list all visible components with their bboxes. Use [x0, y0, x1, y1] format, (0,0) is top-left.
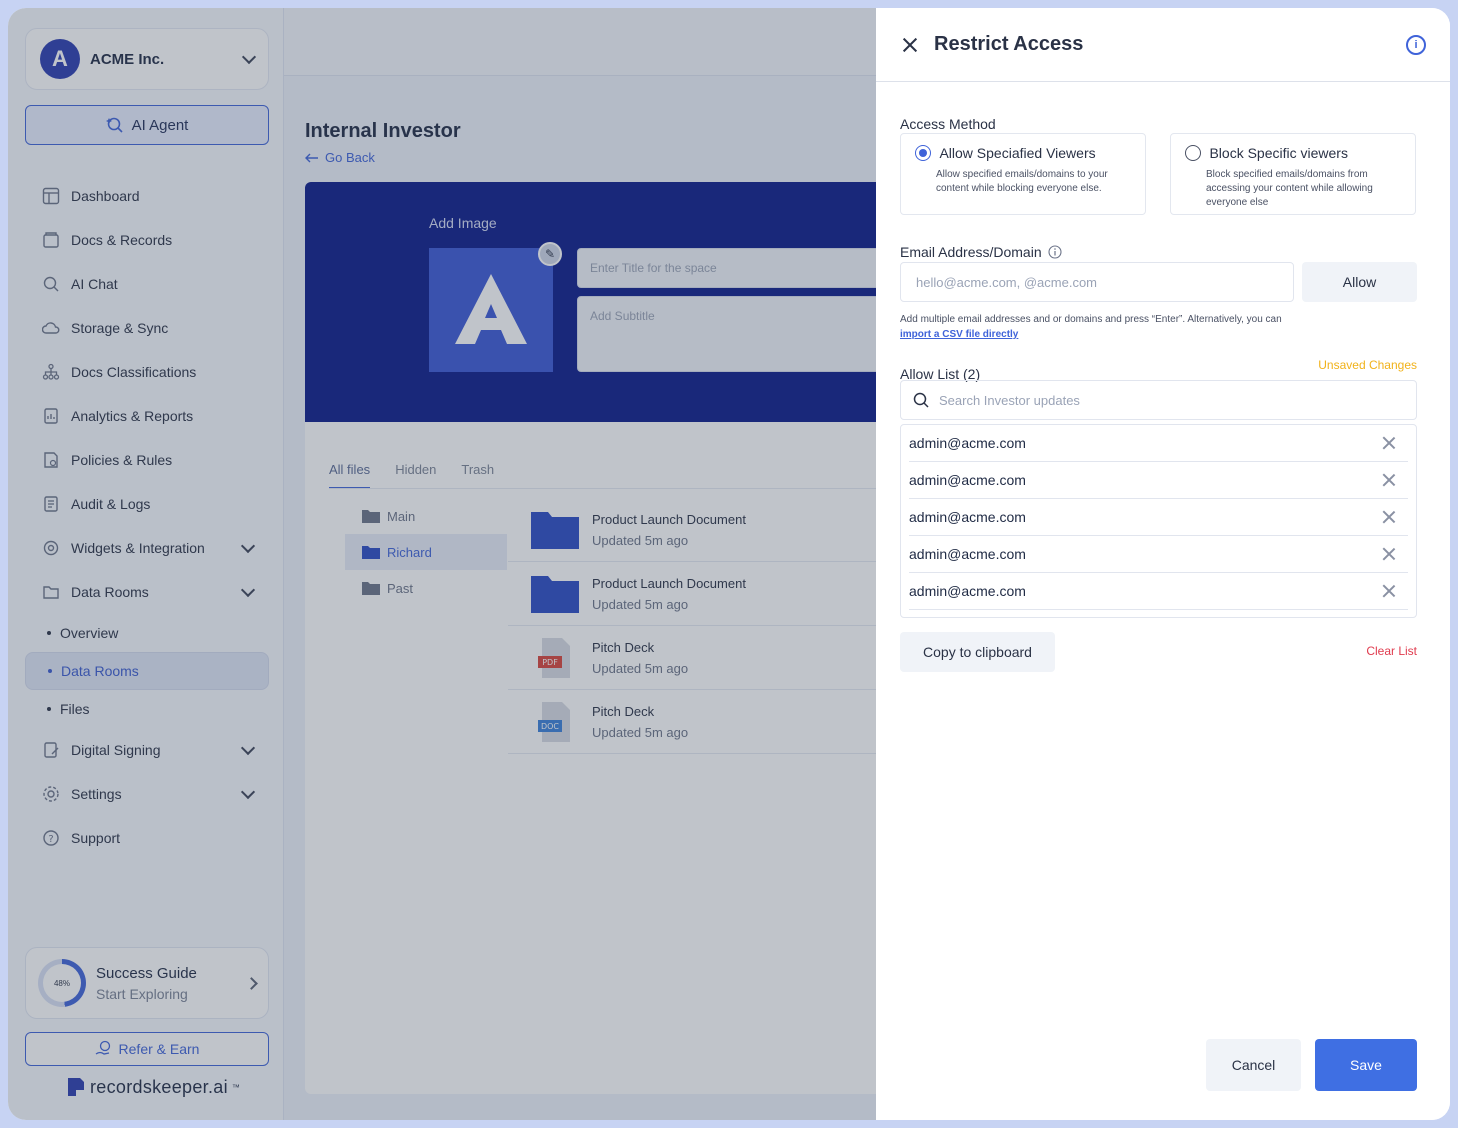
restrict-access-drawer: Restrict Access i Access Method Allow Sp… — [876, 8, 1450, 1120]
search-icon — [913, 392, 929, 408]
method-title: Block Specific viewers — [1209, 144, 1348, 161]
radio-block[interactable] — [1185, 144, 1201, 161]
import-csv-link[interactable]: import a CSV file directly — [900, 329, 1018, 340]
access-method-label: Access Method — [900, 116, 996, 132]
method-title: Allow Speciafied Viewers — [939, 144, 1096, 161]
clear-list-button[interactable]: Clear List — [1366, 644, 1417, 658]
unsaved-changes-status: Unsaved Changes — [1318, 358, 1417, 372]
drawer-header: Restrict Access i — [876, 8, 1450, 82]
remove-icon[interactable] — [1382, 473, 1396, 487]
method-allow-option[interactable]: Allow Speciafied Viewers Allow specified… — [900, 133, 1146, 215]
info-icon[interactable]: i — [1406, 34, 1426, 55]
info-icon[interactable] — [1048, 245, 1062, 259]
email-hint: Add multiple email addresses and or doma… — [900, 312, 1300, 342]
allow-button[interactable]: Allow — [1302, 262, 1417, 302]
radio-allow[interactable] — [915, 144, 931, 161]
list-item: admin@acme.com — [909, 425, 1408, 462]
allow-list: admin@acme.com admin@acme.com admin@acme… — [900, 424, 1417, 618]
allow-list-search[interactable]: Search Investor updates — [900, 380, 1417, 420]
allowed-email: admin@acme.com — [909, 546, 1026, 562]
email-domain-label: Email Address/Domain — [900, 244, 1042, 260]
copy-to-clipboard-button[interactable]: Copy to clipboard — [900, 632, 1055, 672]
email-domain-label-row: Email Address/Domain — [900, 244, 1062, 260]
remove-icon[interactable] — [1382, 584, 1396, 598]
list-item: admin@acme.com — [909, 499, 1408, 536]
save-button[interactable]: Save — [1315, 1039, 1417, 1091]
list-item: admin@acme.com — [909, 462, 1408, 499]
remove-icon[interactable] — [1382, 547, 1396, 561]
remove-icon[interactable] — [1382, 436, 1396, 450]
remove-icon[interactable] — [1382, 510, 1396, 524]
method-block-option[interactable]: Block Specific viewers Block specified e… — [1170, 133, 1416, 215]
allowed-email: admin@acme.com — [909, 435, 1026, 451]
modal-backdrop[interactable] — [8, 8, 876, 1120]
allowed-email: admin@acme.com — [909, 583, 1026, 599]
method-description: Allow specified emails/domains to your c… — [936, 169, 1108, 194]
email-hint-text: Add multiple email addresses and or doma… — [900, 314, 1282, 325]
search-input[interactable]: Search Investor updates — [939, 393, 1080, 408]
cancel-button[interactable]: Cancel — [1206, 1039, 1301, 1091]
method-description: Block specified emails/domains from acce… — [1206, 169, 1373, 208]
list-item: admin@acme.com — [909, 573, 1408, 610]
allowed-email: admin@acme.com — [909, 472, 1026, 488]
app-frame: A ACME Inc. AI Agent Dashboard Docs & Re… — [8, 8, 1450, 1120]
drawer-title: Restrict Access — [934, 33, 1084, 55]
allowed-email: admin@acme.com — [909, 509, 1026, 525]
email-domain-input[interactable]: hello@acme.com, @acme.com — [900, 262, 1294, 302]
close-icon[interactable] — [900, 35, 920, 55]
list-item: admin@acme.com — [909, 536, 1408, 573]
